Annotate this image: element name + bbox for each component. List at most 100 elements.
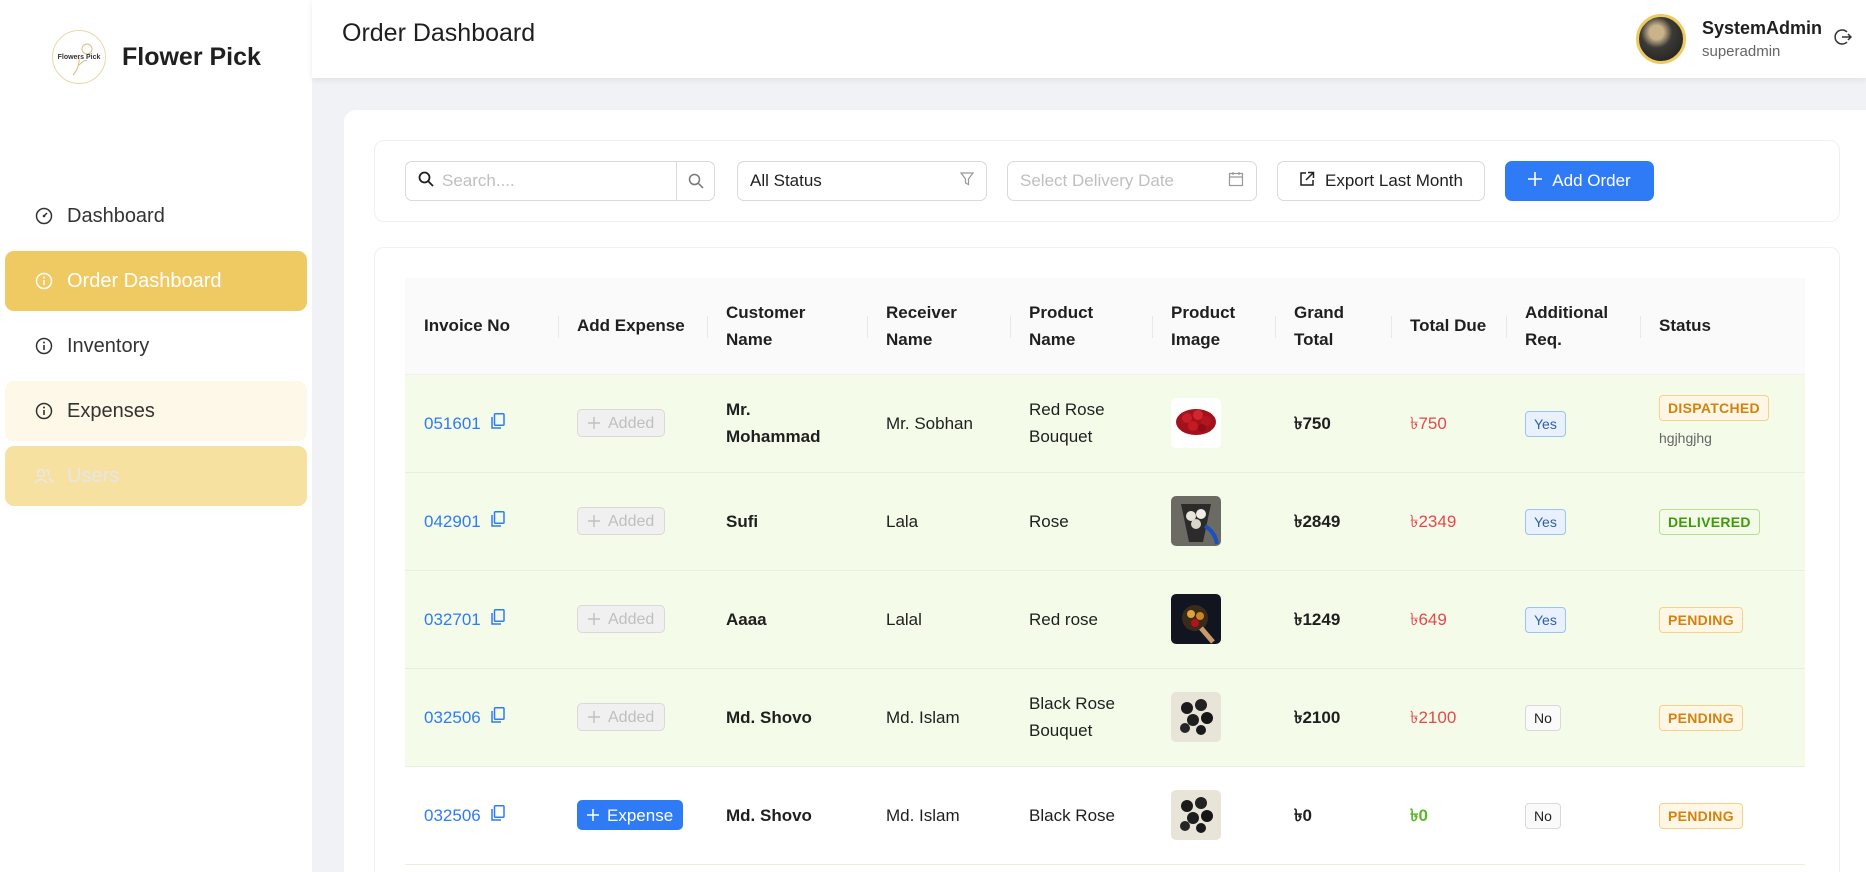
add-order-label: Add Order — [1552, 171, 1631, 190]
status-note: hgjhgjhg — [1659, 430, 1712, 446]
sidebar-item-order-dashboard[interactable]: Order Dashboard — [5, 251, 307, 311]
info-icon — [33, 270, 55, 292]
product-image[interactable] — [1171, 496, 1221, 546]
calendar-icon — [1228, 171, 1244, 192]
orders-table: Invoice No Add Expense Customer Name Rec… — [405, 278, 1805, 865]
search-icon — [418, 171, 434, 192]
customer-name: Sufi — [707, 472, 867, 571]
additional-req-badge: Yes — [1525, 606, 1566, 633]
invoice-link[interactable]: 032701 — [424, 606, 505, 633]
sidebar-item-label: Inventory — [67, 334, 150, 357]
avatar[interactable] — [1636, 14, 1686, 64]
additional-req-badge: Yes — [1525, 508, 1566, 535]
search-icon — [688, 173, 704, 189]
sidebar-item-expenses[interactable]: Expenses — [5, 381, 307, 441]
sidebar-item-inventory[interactable]: Inventory — [5, 316, 307, 376]
users-icon — [33, 465, 55, 487]
column-header: Receiver Name — [867, 278, 1010, 375]
column-header: Customer Name — [707, 278, 867, 375]
product-name: Black Rose Bouquet — [1010, 668, 1152, 767]
delivery-date-picker[interactable]: Select Delivery Date — [1007, 161, 1257, 201]
table-row[interactable]: 032506 Expense Md. Shovo Md. Islam Black… — [405, 766, 1805, 865]
expense-added-button: Added — [577, 703, 666, 731]
export-last-month-button[interactable]: Export Last Month — [1277, 161, 1485, 201]
top-header: Order Dashboard SystemAdmin superadmin — [312, 0, 1866, 78]
orders-table-card: Invoice No Add Expense Customer Name Rec… — [374, 247, 1840, 872]
additional-req-badge: Yes — [1525, 410, 1566, 437]
table-row[interactable]: 032701 Added Aaaa Lalal Red rose ৳1249 ৳… — [405, 570, 1805, 669]
sidebar: Flowers Pick Flower Pick Dashboard Order… — [0, 0, 312, 872]
plus-icon — [588, 515, 600, 527]
total-due: ৳750 — [1391, 374, 1506, 473]
sidebar-item-users[interactable]: Users — [5, 446, 307, 506]
status-badge: PENDING — [1659, 802, 1743, 829]
info-icon — [33, 400, 55, 422]
expense-added-button: Added — [577, 507, 666, 535]
total-due: ৳2100 — [1391, 668, 1506, 767]
product-name: Red Rose Bouquet — [1010, 374, 1152, 473]
column-header: Status — [1640, 278, 1805, 375]
grand-total: ৳1249 — [1275, 570, 1391, 669]
status-select[interactable]: All Status — [737, 161, 987, 201]
sidebar-item-label: Dashboard — [67, 204, 165, 227]
receiver-name: Lala — [867, 472, 1010, 571]
customer-name: Md. Shovo — [707, 668, 867, 767]
status-badge: DELIVERED — [1659, 508, 1760, 535]
search-input[interactable] — [442, 171, 642, 191]
column-header: Total Due — [1391, 278, 1506, 375]
column-header: Product Image — [1152, 278, 1275, 375]
export-icon — [1299, 171, 1315, 192]
product-image[interactable] — [1171, 398, 1221, 448]
invoice-link[interactable]: 042901 — [424, 508, 505, 535]
user-profile[interactable]: SystemAdmin superadmin — [1636, 14, 1822, 64]
status-select-value: All Status — [750, 171, 822, 190]
logout-icon[interactable] — [1834, 28, 1853, 51]
brand-name: Flower Pick — [122, 42, 261, 71]
copy-icon[interactable] — [490, 802, 505, 829]
total-due: ৳2349 — [1391, 472, 1506, 571]
invoice-link[interactable]: 051601 — [424, 410, 505, 437]
table-row[interactable]: 042901 Added Sufi Lala Rose ৳2849 ৳2349 … — [405, 472, 1805, 571]
copy-icon[interactable] — [490, 606, 505, 633]
invoice-link[interactable]: 032506 — [424, 704, 505, 731]
expense-added-button: Added — [577, 605, 666, 633]
search-box — [405, 161, 715, 201]
column-header: Product Name — [1010, 278, 1152, 375]
table-row[interactable]: 032506 Added Md. Shovo Md. Islam Black R… — [405, 668, 1805, 767]
table-header-row: Invoice No Add Expense Customer Name Rec… — [405, 278, 1805, 375]
dashboard-icon — [33, 205, 55, 227]
brand[interactable]: Flowers Pick Flower Pick — [52, 30, 261, 84]
copy-icon[interactable] — [490, 410, 505, 437]
plus-icon — [587, 809, 599, 821]
invoice-link[interactable]: 032506 — [424, 802, 505, 829]
grand-total: ৳750 — [1275, 374, 1391, 473]
expense-added-button: Added — [577, 409, 666, 437]
export-label: Export Last Month — [1325, 171, 1463, 190]
column-header: Add Expense — [558, 278, 707, 375]
info-icon — [33, 335, 55, 357]
plus-icon — [1528, 171, 1543, 191]
additional-req-badge: No — [1525, 704, 1561, 731]
add-order-button[interactable]: Add Order — [1505, 161, 1654, 201]
filter-icon — [959, 171, 975, 191]
copy-icon[interactable] — [490, 508, 505, 535]
column-header: Invoice No — [405, 278, 558, 375]
sidebar-item-label: Users — [67, 464, 120, 487]
sidebar-item-dashboard[interactable]: Dashboard — [5, 186, 307, 246]
sidebar-item-label: Expenses — [67, 399, 155, 422]
copy-icon[interactable] — [490, 704, 505, 731]
total-due: ৳649 — [1391, 570, 1506, 669]
table-row[interactable]: 051601 Added Mr. Mohammad Mr. Sobhan Red… — [405, 374, 1805, 473]
product-name: Black Rose — [1010, 766, 1152, 865]
customer-name: Md. Shovo — [707, 766, 867, 865]
column-header: Additional Req. — [1506, 278, 1640, 375]
receiver-name: Lalal — [867, 570, 1010, 669]
add-expense-button[interactable]: Expense — [577, 800, 684, 830]
product-name: Rose — [1010, 472, 1152, 571]
main-content: All Status Select Delivery Date Export L… — [344, 110, 1866, 872]
product-image[interactable] — [1171, 594, 1221, 644]
product-image[interactable] — [1171, 790, 1221, 840]
plus-icon — [588, 711, 600, 723]
product-image[interactable] — [1171, 692, 1221, 742]
search-button[interactable] — [676, 162, 714, 200]
